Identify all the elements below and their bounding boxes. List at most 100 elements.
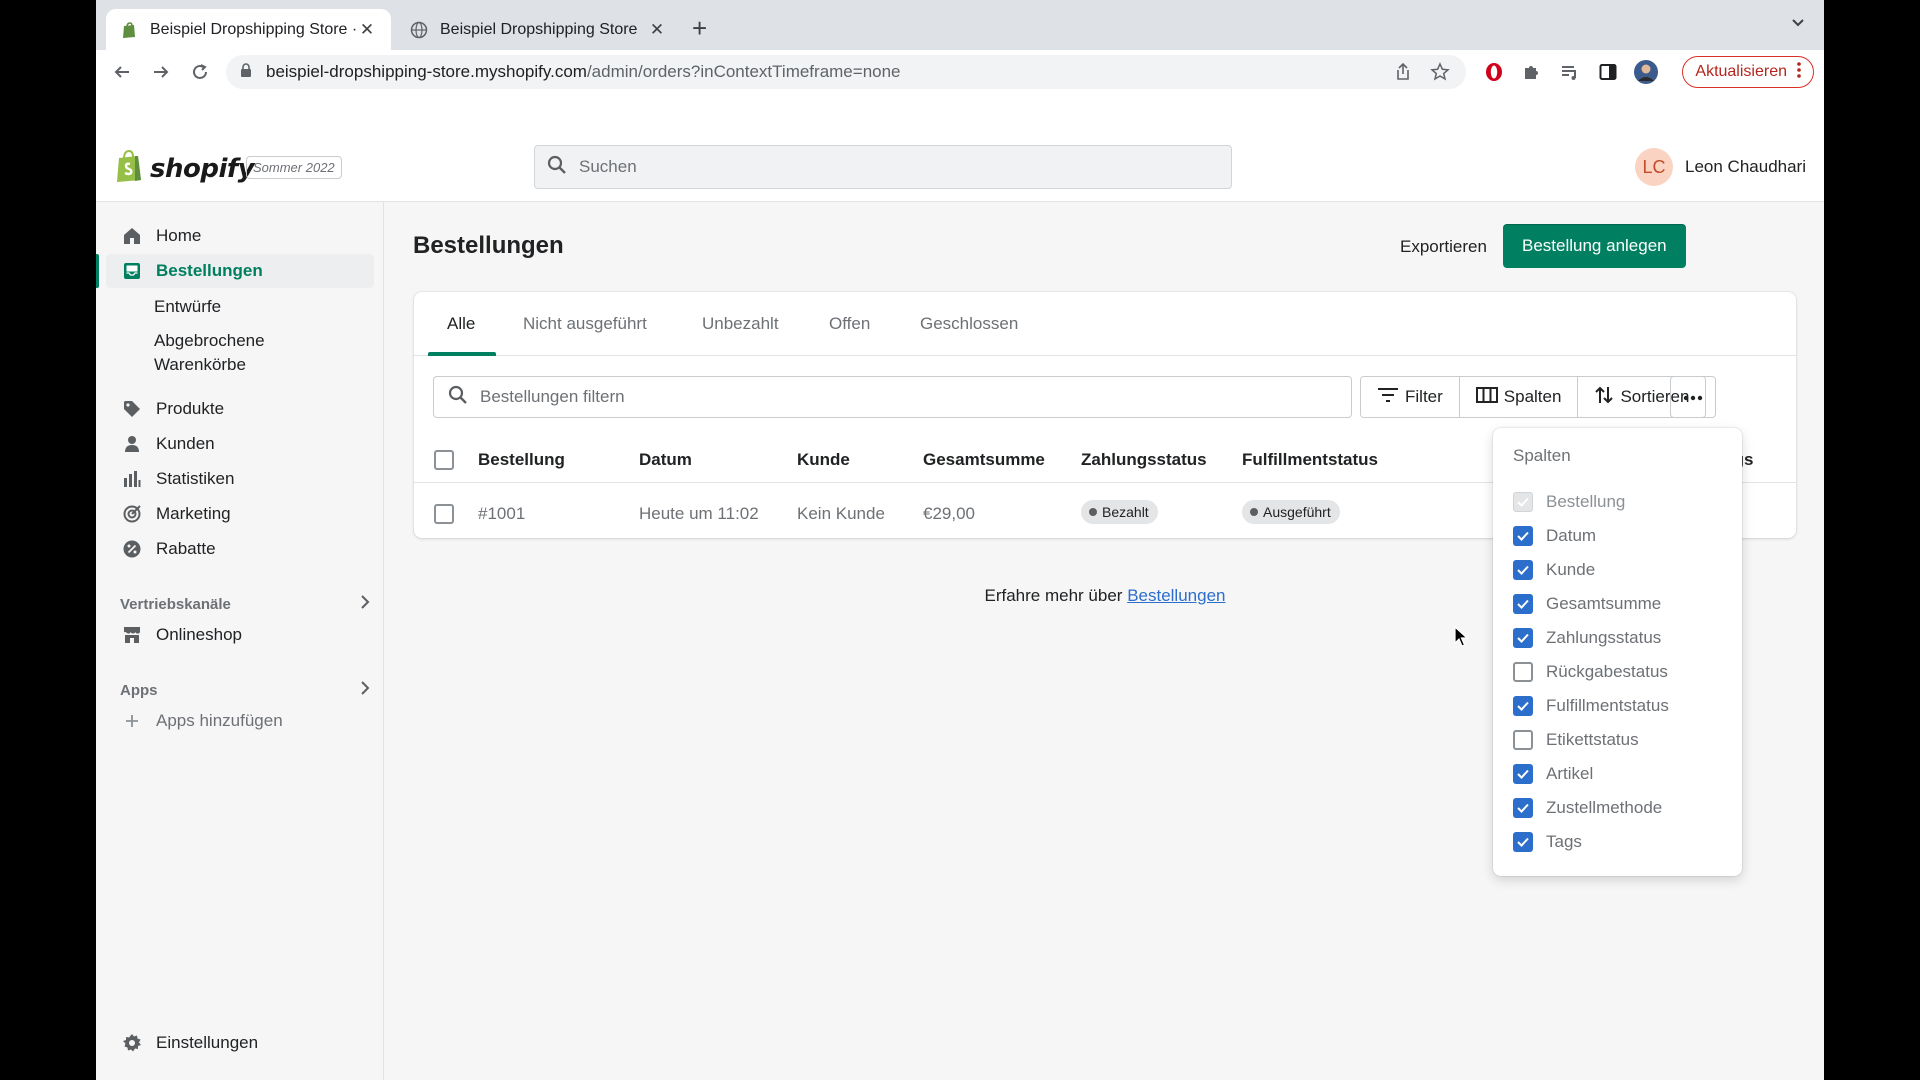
- checkbox-unchecked-icon[interactable]: [1513, 662, 1533, 682]
- column-option[interactable]: Gesamtsumme: [1513, 592, 1661, 616]
- column-option[interactable]: Tags: [1513, 830, 1582, 854]
- payment-status-label: Bezahlt: [1102, 504, 1149, 520]
- share-icon[interactable]: [1394, 62, 1412, 87]
- learn-more-link[interactable]: Bestellungen: [1127, 586, 1225, 605]
- column-option[interactable]: Kunde: [1513, 558, 1595, 582]
- browser-tab-active[interactable]: Beispiel Dropshipping Store · E ✕: [106, 9, 391, 50]
- bar-chart-icon: [122, 469, 142, 489]
- sidepanel-icon[interactable]: [1596, 60, 1620, 84]
- filter-lines-icon: [1377, 387, 1399, 408]
- checkbox-checked-icon[interactable]: [1513, 560, 1533, 580]
- tab-open[interactable]: Offen: [829, 292, 870, 356]
- sidebar-item-analytics[interactable]: Statistiken: [106, 462, 374, 496]
- reload-icon[interactable]: [188, 60, 212, 84]
- checkbox-checked-icon[interactable]: [1513, 798, 1533, 818]
- sidebar-subitem-abandoned[interactable]: Abgebrochene Warenkörbe: [154, 329, 265, 377]
- kebab-menu-icon: [1797, 61, 1801, 83]
- sales-channels-heading[interactable]: Vertriebskanäle: [120, 594, 370, 614]
- column-header-customer[interactable]: Kunde: [797, 450, 850, 470]
- sidebar-item-add-apps[interactable]: Apps hinzufügen: [106, 704, 374, 738]
- tab-all[interactable]: Alle: [447, 292, 475, 356]
- forward-arrow-icon[interactable]: [149, 60, 173, 84]
- column-option[interactable]: Fulfillmentstatus: [1513, 694, 1669, 718]
- tab-closed[interactable]: Geschlossen: [920, 292, 1018, 356]
- puzzle-extensions-icon[interactable]: [1520, 60, 1544, 84]
- checkbox-checked-icon[interactable]: [1513, 832, 1533, 852]
- update-button[interactable]: Aktualisieren: [1682, 56, 1814, 88]
- sidebar-subitem-drafts[interactable]: Entwürfe: [154, 295, 221, 319]
- create-order-button[interactable]: Bestellung anlegen: [1503, 224, 1686, 268]
- user-menu[interactable]: LC Leon Chaudhari: [1635, 148, 1806, 186]
- column-option[interactable]: Artikel: [1513, 762, 1593, 786]
- orders-filter-input[interactable]: Bestellungen filtern: [433, 376, 1352, 418]
- sidebar-item-customers[interactable]: Kunden: [106, 427, 374, 461]
- lock-icon: [240, 62, 252, 82]
- column-option[interactable]: Datum: [1513, 524, 1596, 548]
- browser-toolbar: beispiel-dropshipping-store.myshopify.co…: [96, 50, 1824, 94]
- sidebar-item-marketing[interactable]: Marketing: [106, 497, 374, 531]
- column-option-label: Zustellmethode: [1546, 798, 1663, 817]
- media-queue-icon[interactable]: [1558, 60, 1582, 84]
- browser-tabbar: Beispiel Dropshipping Store · E ✕ Beispi…: [96, 0, 1824, 50]
- column-option[interactable]: Zustellmethode: [1513, 796, 1662, 820]
- column-option[interactable]: Rückgabestatus: [1513, 660, 1668, 684]
- chevron-down-icon[interactable]: [1790, 14, 1806, 35]
- row-checkbox[interactable]: [434, 504, 454, 524]
- tab-unpaid[interactable]: Unbezahlt: [702, 292, 779, 356]
- sidebar-item-home[interactable]: Home: [106, 219, 374, 253]
- shopify-bag-icon: [114, 149, 144, 188]
- checkbox-unchecked-icon[interactable]: [1513, 730, 1533, 750]
- sidebar-item-online-store[interactable]: Onlineshop: [106, 618, 374, 652]
- apps-heading[interactable]: Apps: [120, 680, 370, 700]
- star-icon[interactable]: [1430, 62, 1450, 87]
- sidebar-item-settings[interactable]: Einstellungen: [106, 1026, 374, 1060]
- sidebar-item-discounts[interactable]: Rabatte: [106, 532, 374, 566]
- admin-search-input[interactable]: Suchen: [534, 145, 1232, 189]
- sidebar-item-orders[interactable]: Bestellungen: [106, 254, 374, 288]
- close-tab-icon[interactable]: ✕: [357, 20, 377, 40]
- orders-tabs: Alle Nicht ausgeführt Unbezahlt Offen Ge…: [414, 292, 1796, 356]
- columns-button[interactable]: Spalten: [1459, 377, 1579, 417]
- sidebar-item-label: Apps hinzufügen: [156, 711, 283, 730]
- column-header-total[interactable]: Gesamtsumme: [923, 450, 1045, 470]
- fulfillment-status-label: Ausgeführt: [1263, 504, 1331, 520]
- column-header-fulfillment-status[interactable]: Fulfillmentstatus: [1242, 450, 1378, 470]
- sidebar: Home Bestellungen Entwürfe Abgebrochene …: [96, 202, 384, 1080]
- column-option[interactable]: Zahlungsstatus: [1513, 626, 1661, 650]
- column-header-order[interactable]: Bestellung: [478, 450, 565, 470]
- new-tab-icon[interactable]: +: [692, 13, 707, 44]
- url-host: beispiel-dropshipping-store.myshopify.co…: [266, 62, 587, 81]
- active-tab-underline: [428, 352, 496, 356]
- profile-avatar-icon[interactable]: [1634, 60, 1658, 84]
- browser-tab[interactable]: Beispiel Dropshipping Store ✕: [396, 9, 681, 50]
- checkbox-checked-icon[interactable]: [1513, 764, 1533, 784]
- sidebar-item-products[interactable]: Produkte: [106, 392, 374, 426]
- column-option-label: Etikettstatus: [1546, 730, 1639, 749]
- column-header-payment-status[interactable]: Zahlungsstatus: [1081, 450, 1207, 470]
- close-tab-icon[interactable]: ✕: [647, 20, 667, 40]
- tag-icon: [122, 399, 142, 419]
- filter-button[interactable]: Filter: [1361, 377, 1460, 417]
- search-placeholder: Suchen: [579, 157, 637, 176]
- checkbox-checked-icon[interactable]: [1513, 628, 1533, 648]
- discount-icon: [122, 539, 142, 559]
- section-heading-label: Vertriebskanäle: [120, 595, 231, 613]
- address-bar[interactable]: beispiel-dropshipping-store.myshopify.co…: [226, 55, 1466, 89]
- checkbox-checked-icon[interactable]: [1513, 594, 1533, 614]
- tab-unfulfilled[interactable]: Nicht ausgeführt: [523, 292, 647, 356]
- back-arrow-icon[interactable]: [110, 60, 134, 84]
- opera-extension-icon[interactable]: [1482, 60, 1506, 84]
- target-icon: [122, 504, 142, 524]
- column-option-label: Gesamtsumme: [1546, 594, 1662, 613]
- more-actions-button[interactable]: [1670, 376, 1716, 418]
- checkbox-checked-icon[interactable]: [1513, 696, 1533, 716]
- select-all-checkbox[interactable]: [434, 450, 454, 470]
- order-number[interactable]: #1001: [478, 504, 525, 524]
- checkbox-checked-icon[interactable]: [1513, 526, 1533, 546]
- column-option-label: Tags: [1546, 832, 1582, 851]
- column-header-date[interactable]: Datum: [639, 450, 692, 470]
- sidebar-subitem-label: Warenkörbe: [154, 355, 246, 374]
- export-button[interactable]: Exportieren: [1384, 226, 1503, 268]
- column-option[interactable]: Etikettstatus: [1513, 728, 1639, 752]
- shopify-logo[interactable]: shopify: [114, 149, 255, 188]
